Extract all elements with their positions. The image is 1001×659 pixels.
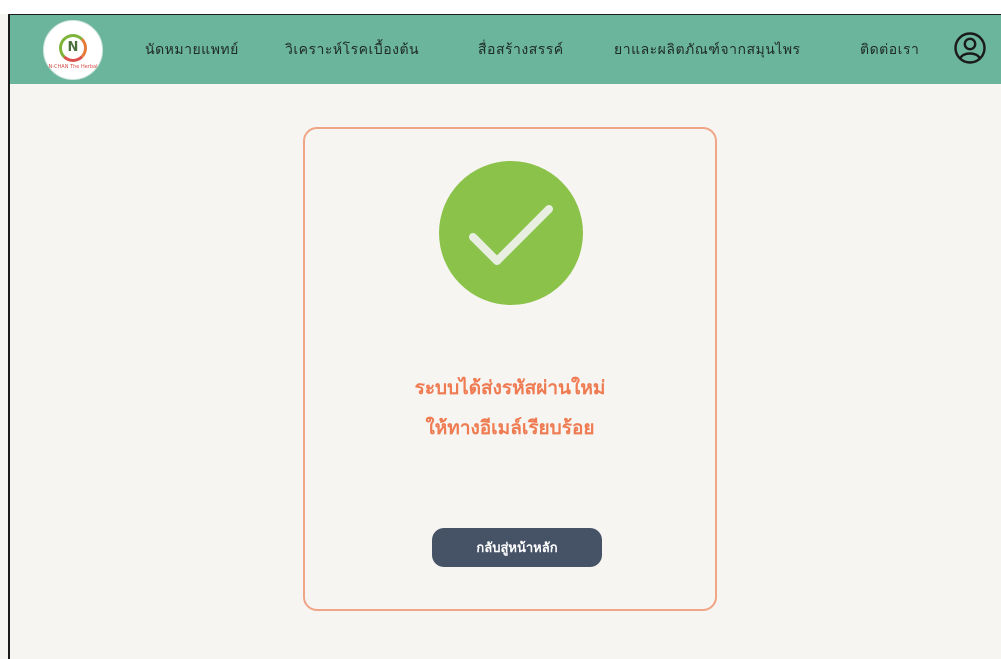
herbal-logo-icon <box>59 34 87 62</box>
top-strip <box>0 0 1001 14</box>
top-navbar: N-CHAN The Herbal นัดหมายแพทย์ วิเคราะห์… <box>10 15 1001 84</box>
brand-logo[interactable]: N-CHAN The Herbal <box>43 20 103 80</box>
check-circle-icon <box>439 161 583 305</box>
success-message-line2: ให้ทางอีเมล์เรียบร้อย <box>425 417 595 439</box>
nav-item-appointment[interactable]: นัดหมายแพทย์ <box>145 39 239 61</box>
nav-item-herbal-products[interactable]: ยาและผลิตภัณฑ์จากสมุนไพร <box>614 39 801 61</box>
user-circle-icon[interactable] <box>953 31 987 65</box>
nav-item-creative-media[interactable]: สื่อสร้างสรรค์ <box>478 39 564 61</box>
logo-caption: N-CHAN The Herbal <box>48 64 98 70</box>
nav-item-diagnosis[interactable]: วิเคราะห์โรคเบื้องต้น <box>285 39 419 61</box>
success-message-line1: ระบบได้ส่งรหัสผ่านใหม่ <box>414 377 606 399</box>
success-card: ระบบได้ส่งรหัสผ่านใหม่ ให้ทางอีเมล์เรียบ… <box>303 127 717 611</box>
back-to-home-button[interactable]: กลับสู่หน้าหลัก <box>432 528 602 567</box>
nav-item-contact[interactable]: ติดต่อเรา <box>860 39 919 61</box>
